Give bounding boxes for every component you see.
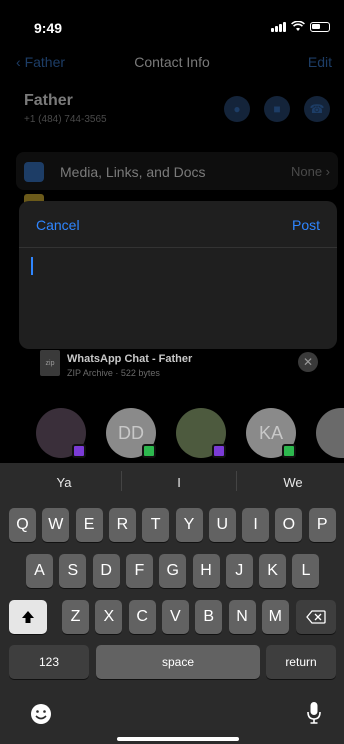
contact-name: Father (24, 92, 73, 109)
shift-key[interactable] (9, 600, 47, 634)
attachment-meta: ZIP Archive · 522 bytes (67, 368, 160, 378)
signal-icon (271, 21, 286, 32)
key-u[interactable]: U (208, 508, 236, 542)
suggestion-item[interactable]: I (122, 475, 236, 490)
contact-phone: +1 (484) 744-3565 (24, 114, 107, 125)
share-targets: DD KA (36, 408, 344, 460)
shift-arrow-icon (22, 611, 34, 623)
status-icons (271, 21, 330, 32)
share-target-avatar[interactable] (36, 408, 86, 458)
backspace-icon (306, 610, 326, 624)
microphone-icon[interactable] (306, 701, 322, 725)
post-text-input[interactable] (29, 253, 327, 339)
media-icon (24, 162, 44, 182)
zip-file-icon: zip (40, 350, 60, 376)
edit-button[interactable]: Edit (308, 54, 332, 70)
return-key[interactable]: return (266, 645, 336, 679)
key-h[interactable]: H (192, 554, 220, 588)
numbers-key[interactable]: 123 (9, 645, 89, 679)
key-t[interactable]: T (142, 508, 170, 542)
share-target-avatar[interactable] (316, 408, 344, 458)
share-target-avatar[interactable]: DD (106, 408, 156, 458)
key-p[interactable]: P (308, 508, 336, 542)
backspace-key[interactable] (296, 600, 336, 634)
key-d[interactable]: D (92, 554, 120, 588)
media-links-docs-row[interactable]: Media, Links, and Docs None › (16, 152, 338, 190)
share-target-avatar[interactable] (176, 408, 226, 458)
key-i[interactable]: I (242, 508, 270, 542)
battery-icon (310, 21, 330, 32)
post-dialog: Cancel Post (19, 201, 337, 349)
key-q[interactable]: Q (9, 508, 36, 542)
key-x[interactable]: X (95, 600, 123, 634)
key-e[interactable]: E (75, 508, 103, 542)
avatar-initials: DD (118, 422, 144, 443)
key-m[interactable]: M (261, 600, 289, 634)
attachment-name: WhatsApp Chat - Father (67, 353, 193, 365)
messages-badge-icon (282, 444, 296, 458)
space-key[interactable]: space (96, 645, 260, 679)
key-w[interactable]: W (42, 508, 70, 542)
key-n[interactable]: N (228, 600, 256, 634)
suggestion-bar: Ya I We (0, 463, 344, 503)
key-f[interactable]: F (125, 554, 153, 588)
chat-icon[interactable]: ● (224, 96, 250, 122)
video-call-icon[interactable]: ■ (264, 96, 290, 122)
suggestion-item[interactable]: We (236, 475, 344, 490)
share-target-avatar[interactable]: KA (246, 408, 296, 458)
key-v[interactable]: V (161, 600, 189, 634)
suggestion-item[interactable]: Ya (7, 475, 121, 490)
key-s[interactable]: S (59, 554, 87, 588)
key-a[interactable]: A (26, 554, 53, 588)
avatar-initials: KA (258, 422, 283, 443)
nav-bar: ‹ Father Contact Info Edit (0, 48, 344, 80)
messages-badge-icon (142, 444, 156, 458)
remove-attachment-icon[interactable]: ✕ (298, 352, 318, 372)
post-button[interactable]: Post (292, 217, 320, 233)
emoji-icon[interactable] (30, 703, 52, 725)
key-o[interactable]: O (275, 508, 303, 542)
media-value: None › (290, 164, 330, 179)
messenger-badge-icon (212, 444, 226, 458)
dialog-divider (19, 247, 337, 248)
keyboard: Ya I We QWERTYUIOP ASDFGHJKL ZXCVBNM 123… (0, 463, 344, 744)
keyboard-bottom-bar (0, 701, 344, 731)
key-b[interactable]: B (195, 600, 223, 634)
status-time: 9:49 (34, 20, 63, 36)
page-title: Contact Info (134, 54, 210, 70)
key-z[interactable]: Z (62, 600, 89, 634)
media-label: Media, Links, and Docs (60, 164, 206, 180)
wifi-icon (291, 21, 305, 31)
key-l[interactable]: L (292, 554, 320, 588)
key-j[interactable]: J (225, 554, 253, 588)
key-r[interactable]: R (108, 508, 136, 542)
key-g[interactable]: G (159, 554, 187, 588)
key-y[interactable]: Y (175, 508, 203, 542)
messenger-badge-icon (72, 444, 86, 458)
text-caret (31, 257, 33, 275)
key-k[interactable]: K (259, 554, 287, 588)
home-indicator (117, 737, 239, 741)
status-bar: 9:49 (0, 0, 344, 48)
phone-call-icon[interactable]: ☎ (304, 96, 330, 122)
key-c[interactable]: C (128, 600, 156, 634)
cancel-button[interactable]: Cancel (36, 217, 80, 233)
